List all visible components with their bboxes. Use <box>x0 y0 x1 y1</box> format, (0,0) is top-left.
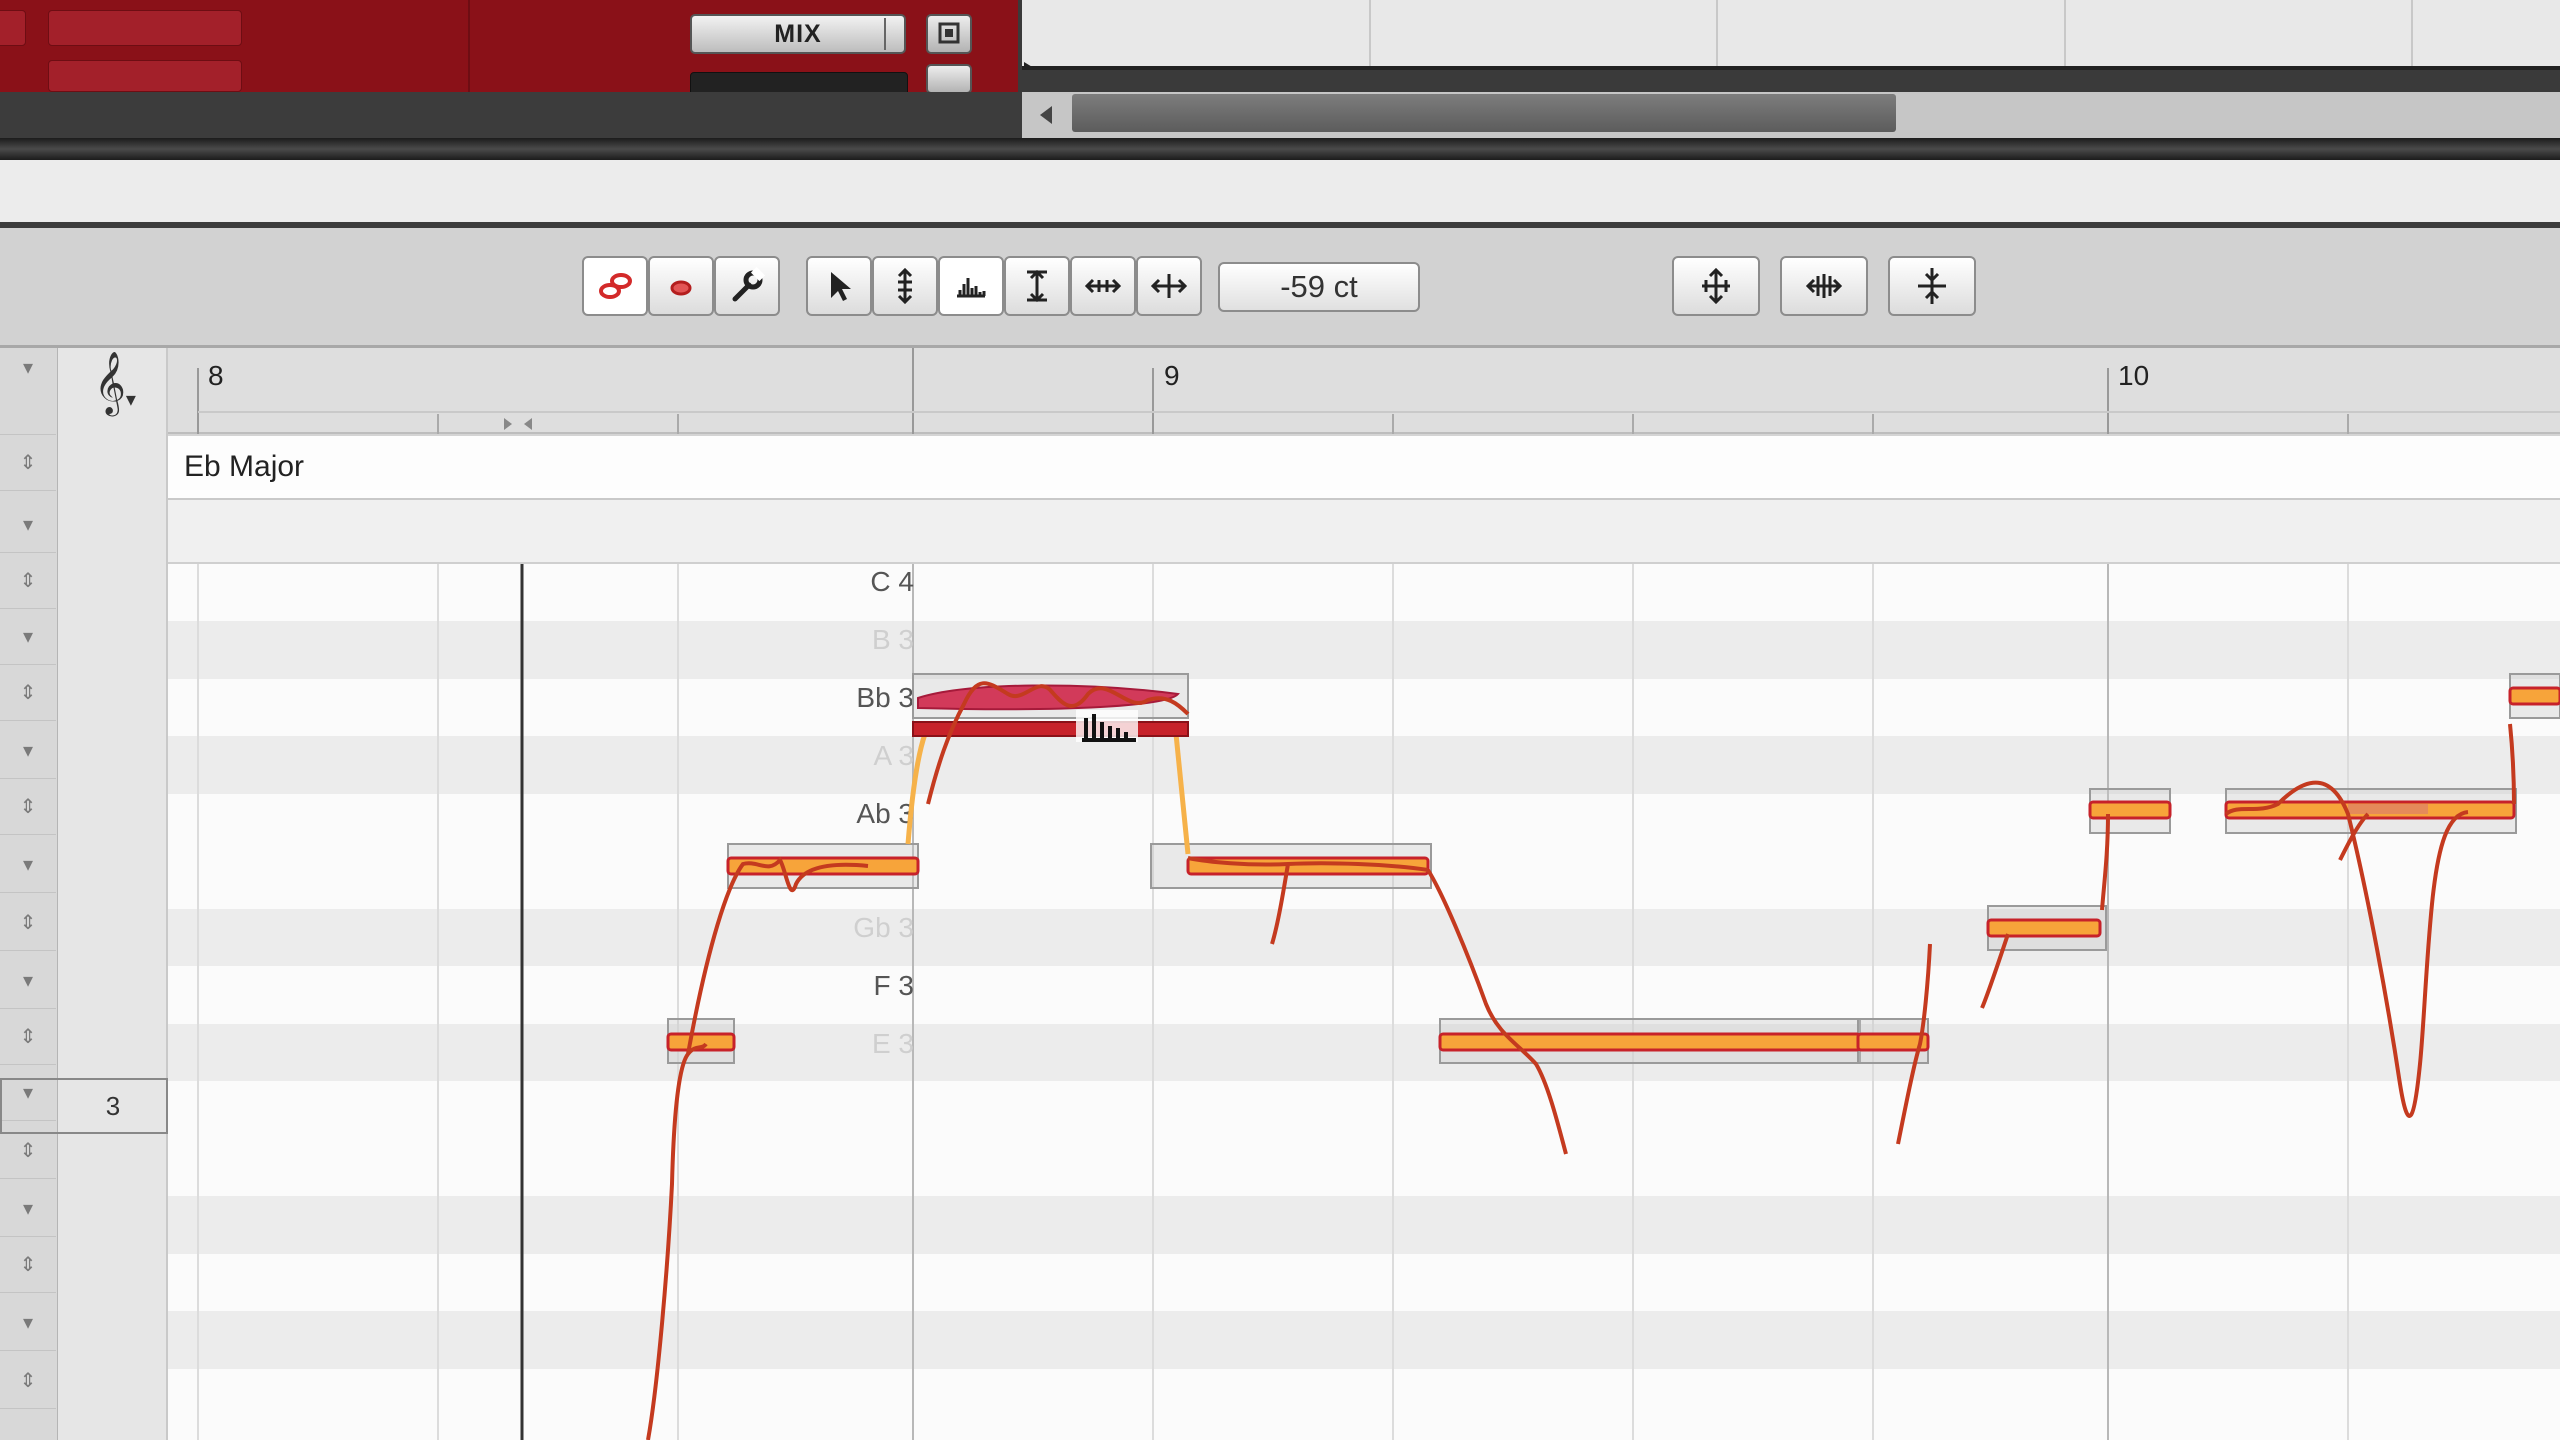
quantize-time-icon <box>1805 274 1843 298</box>
move-tool-button[interactable] <box>1136 256 1202 316</box>
move-tool-icon <box>1150 274 1188 298</box>
main-pointer-icon <box>831 272 851 301</box>
pitch-tool-button[interactable] <box>872 256 938 316</box>
time-tool-button[interactable] <box>1070 256 1136 316</box>
track-slot[interactable] <box>48 10 242 46</box>
window-icon <box>938 22 960 44</box>
lane-stepper-icon[interactable]: ⇕ <box>0 1238 56 1293</box>
scale-snap-icon <box>1918 268 1946 304</box>
lane-stepper-icon[interactable]: ⇕ <box>0 666 56 721</box>
lane-dropdown-icon[interactable]: ▾ <box>0 610 56 665</box>
lane-stepper-icon[interactable]: ⇕ <box>0 780 56 835</box>
pane-divider[interactable] <box>0 138 2560 160</box>
lane-dropdown-icon[interactable]: ▾ <box>0 724 56 779</box>
track-slot[interactable] <box>48 60 242 92</box>
note-mode-button[interactable] <box>648 256 714 316</box>
window-toggle-button[interactable] <box>926 14 972 54</box>
arrange-gridlines <box>1022 0 2560 74</box>
lane-column <box>58 348 168 1440</box>
bar-number-10: 10 <box>2118 360 2150 391</box>
amplitude-cursor-icon <box>1076 710 1138 742</box>
ruler-ticks <box>197 348 2560 434</box>
scale-snap-button[interactable] <box>1888 256 1976 316</box>
lane-dropdown-icon[interactable]: ▾ <box>0 1296 56 1351</box>
dropdown-icon[interactable]: ▾ <box>0 348 56 435</box>
lane-controls: ▾ ⇕ ▾ ⇕ ▾ ⇕ ▾ ⇕ ▾ ⇕ ▾ ⇕ ▾ ⇕ ▾ ⇕ ▾ ⇕ <box>0 348 58 1440</box>
lane-dropdown-icon[interactable]: ▾ <box>0 954 56 1009</box>
arrange-timeline <box>1022 0 2560 74</box>
lane-number: 3 <box>105 1091 121 1121</box>
amplitude-tool-icon <box>957 278 986 298</box>
formant-tool-icon <box>1027 269 1047 303</box>
correct-pitch-button[interactable] <box>1672 256 1760 316</box>
lane-stepper-icon[interactable]: ⇕ <box>0 436 56 491</box>
note-blob-icon <box>670 280 692 296</box>
list-toggle-button[interactable] <box>926 64 972 94</box>
scroll-thumb[interactable] <box>1072 94 1896 132</box>
quantize-time-button[interactable] <box>1780 256 1868 316</box>
pitch-tool-icon <box>897 267 913 305</box>
notes-layer <box>646 673 2560 1440</box>
lane-dropdown-icon[interactable]: ▾ <box>0 838 56 893</box>
pitch-deviation-display[interactable]: -59 ct <box>1218 262 1420 312</box>
formant-tool-button[interactable] <box>1004 256 1070 316</box>
mix-button[interactable]: MIX <box>690 14 906 54</box>
wrench-icon <box>732 266 766 302</box>
tools-menu-button[interactable] <box>714 256 780 316</box>
lane-dropdown-icon[interactable]: ▾ <box>0 498 56 553</box>
correct-pitch-icon <box>1702 267 1730 305</box>
blob-tool-icon <box>599 273 632 299</box>
lane-stepper-icon[interactable]: ⇕ <box>0 1354 56 1409</box>
bar-ruler[interactable]: 8 9 10 <box>168 348 2560 434</box>
track-divider <box>468 0 470 92</box>
bar-number-9: 9 <box>1164 360 1180 391</box>
lane-stepper-icon[interactable]: ⇕ <box>0 896 56 951</box>
mix-divider <box>884 18 886 50</box>
time-tool-icon <box>1084 278 1122 294</box>
note-editor[interactable]: C 4 B 3 Bb 3 A 3 Ab 3 Gb 3 F 3 E 3 <box>168 564 2560 1440</box>
amplitude-tool-button[interactable] <box>938 256 1004 316</box>
track-footer <box>0 92 1022 138</box>
chord-row <box>168 500 2560 564</box>
key-label: Eb Major <box>184 450 305 483</box>
lane-dropdown-icon[interactable]: ▾ <box>0 1182 56 1237</box>
track-slot[interactable] <box>0 10 26 46</box>
treble-clef-icon[interactable]: 𝄞▾ <box>94 356 136 410</box>
lane-stepper-icon[interactable]: ⇕ <box>0 1010 56 1065</box>
blob-mode-button[interactable] <box>582 256 648 316</box>
scale-row[interactable] <box>168 436 2560 500</box>
main-tool-button[interactable] <box>806 256 872 316</box>
lane-stepper-icon[interactable]: ⇕ <box>0 554 56 609</box>
bar-number-8: 8 <box>208 360 224 391</box>
pane-header <box>0 160 2560 222</box>
